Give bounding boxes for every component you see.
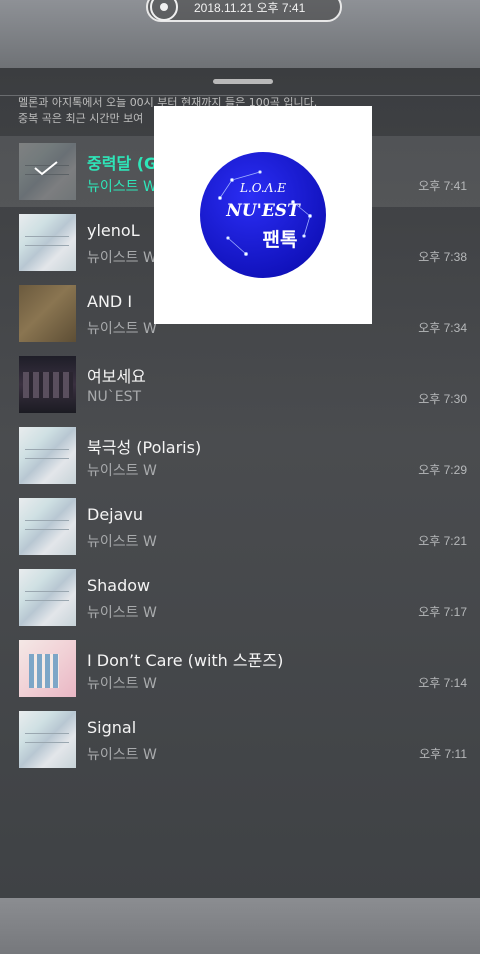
disc-icon xyxy=(150,0,178,21)
track-title: 중력달 (G xyxy=(87,154,158,173)
album-art xyxy=(19,356,76,413)
fantalk-logo: L.O.Λ.E NU'EST 팬톡 xyxy=(200,152,326,278)
bottom-bar xyxy=(0,898,480,954)
track-artist: 뉴이스트 W xyxy=(87,676,157,692)
track-title: 여보세요 xyxy=(87,367,146,386)
track-artist: 뉴이스트 W xyxy=(87,250,157,266)
track-title: Shadow xyxy=(87,576,151,595)
track-title: Dejavu xyxy=(87,505,144,524)
played-time: 오후 7:29 xyxy=(418,463,467,477)
track-artist: 뉴이스트 W xyxy=(87,534,157,550)
played-time: 오후 7:41 xyxy=(418,179,467,193)
status-bar: 2018.11.21 오후 7:41 xyxy=(0,0,480,68)
track-artist: 뉴이스트 W xyxy=(87,605,157,621)
track-title: 북극성 (Polaris) xyxy=(87,438,202,457)
played-time: 오후 7:34 xyxy=(418,321,467,335)
track-artist: 뉴이스트 W xyxy=(87,321,157,337)
album-art xyxy=(19,427,76,484)
album-art xyxy=(19,214,76,271)
album-art xyxy=(19,285,76,342)
track-title: ylenoL xyxy=(87,221,140,240)
fantalk-logo-popup[interactable]: L.O.Λ.E NU'EST 팬톡 xyxy=(154,106,372,324)
track-artist: 뉴이스트 W xyxy=(87,747,157,763)
album-art xyxy=(19,711,76,768)
played-time: 오후 7:21 xyxy=(418,534,467,548)
check-icon xyxy=(34,161,58,176)
track-title: I Don’t Care (with 스푼즈) xyxy=(87,651,284,670)
played-time: 오후 7:38 xyxy=(418,250,467,264)
track-row[interactable]: Shadow 뉴이스트 W 오후 7:17 xyxy=(0,562,480,633)
track-row[interactable]: Signal 뉴이스트 W 오후 7:11 xyxy=(0,704,480,775)
now-playing-pill[interactable]: 2018.11.21 오후 7:41 xyxy=(146,0,342,22)
track-row[interactable]: Dejavu 뉴이스트 W 오후 7:21 xyxy=(0,491,480,562)
logo-line-1: L.O.Λ.E xyxy=(239,181,286,195)
track-artist: 뉴이스트 W xyxy=(87,463,157,479)
track-title: AND I xyxy=(87,292,133,311)
track-title: Signal xyxy=(87,718,137,737)
played-time: 오후 7:30 xyxy=(418,392,467,406)
track-row[interactable]: 여보세요 NU`EST 오후 7:30 xyxy=(0,349,480,420)
logo-line-2: NU'EST xyxy=(225,201,301,221)
track-row[interactable]: I Don’t Care (with 스푼즈) 뉴이스트 W 오후 7:14 xyxy=(0,633,480,704)
datetime-label: 2018.11.21 오후 7:41 xyxy=(194,0,306,15)
played-time: 오후 7:17 xyxy=(418,605,467,619)
album-art xyxy=(19,569,76,626)
logo-line-3: 팬톡 xyxy=(263,229,298,251)
album-art xyxy=(19,640,76,697)
album-art xyxy=(19,498,76,555)
played-time: 오후 7:14 xyxy=(418,676,467,690)
played-time: 오후 7:11 xyxy=(419,747,467,761)
track-row[interactable]: 북극성 (Polaris) 뉴이스트 W 오후 7:29 xyxy=(0,420,480,491)
track-artist: NU`EST xyxy=(87,389,142,405)
drag-handle[interactable] xyxy=(213,79,273,84)
track-artist: 뉴이스트 W xyxy=(87,179,157,195)
